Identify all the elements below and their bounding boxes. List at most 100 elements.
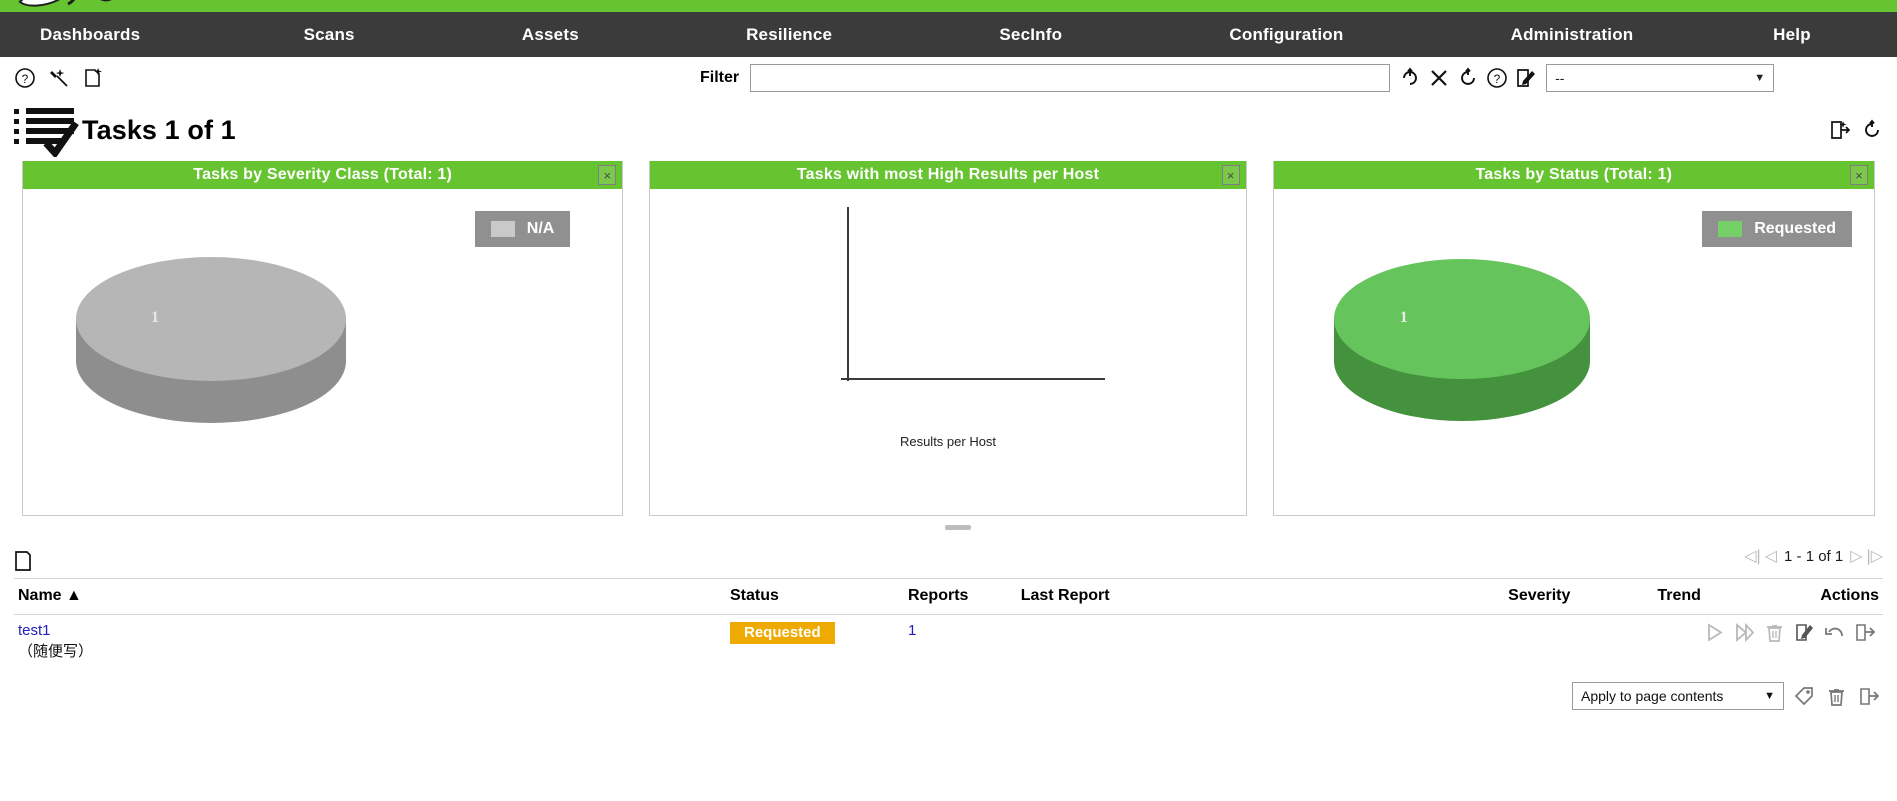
clone-task-icon[interactable] <box>1824 622 1845 643</box>
cell-trend <box>1574 615 1705 669</box>
bulk-export-icon[interactable] <box>1858 686 1879 707</box>
filter-label: Filter <box>700 69 740 86</box>
panel-resizer-row <box>0 516 1897 530</box>
column-label-name: Name <box>18 587 62 604</box>
chevron-down-icon: ▼ <box>1754 72 1766 84</box>
pie-slice-label: 1 <box>1399 309 1408 326</box>
column-header-status[interactable]: Status <box>725 578 904 615</box>
dashboard-panel-high-results-per-host: Tasks with most High Results per Host × … <box>649 161 1247 516</box>
panel-body[interactable]: Results per Host <box>650 189 1245 515</box>
filter-zone: Filter ? -- ▼ <box>700 64 1883 92</box>
panel-title: Tasks by Severity Class (Total: 1) <box>193 166 453 183</box>
help-icon[interactable]: ? <box>14 67 36 89</box>
column-header-name[interactable]: Name ▲ <box>14 578 726 615</box>
panel-title: Tasks with most High Results per Host <box>796 166 1100 183</box>
table-row: test1 （随便写） Requested 1 <box>14 615 1883 669</box>
panel-resizer[interactable] <box>656 516 1260 530</box>
panel-title: Tasks by Status (Total: 1) <box>1475 166 1673 183</box>
filter-help-icon[interactable]: ? <box>1486 67 1508 89</box>
remove-filter-icon[interactable] <box>1428 67 1450 89</box>
cell-name: test1 （随便写） <box>14 615 726 669</box>
column-header-last-report[interactable]: Last Report <box>1016 578 1433 615</box>
panel-body[interactable]: Requested 1 <box>1274 189 1874 515</box>
nav-item-assets[interactable]: Assets <box>438 25 662 45</box>
next-page-button[interactable]: ▷ <box>1850 546 1862 566</box>
sort-ascending-icon: ▲ <box>66 587 82 604</box>
heading-actions <box>1829 119 1883 141</box>
pagination-range: 1 - 1 of 1 <box>1784 547 1844 565</box>
export-icon[interactable] <box>1829 119 1851 141</box>
nav-item-configuration[interactable]: Configuration <box>1146 25 1427 45</box>
new-folder-icon[interactable] <box>14 549 40 573</box>
filter-input[interactable] <box>750 64 1391 92</box>
bulk-delete-icon[interactable] <box>1826 686 1847 707</box>
close-icon[interactable]: × <box>1850 165 1868 185</box>
start-task-icon[interactable] <box>1704 622 1725 643</box>
pie-slice-label: 1 <box>151 309 159 326</box>
dashboard-panel-severity-class: Tasks by Severity Class (Total: 1) × N/A… <box>22 161 624 516</box>
row-action-group <box>1708 622 1879 643</box>
greenbone-logo-icon <box>10 0 130 12</box>
cell-reports: 1 <box>904 615 1017 669</box>
table-footer: Apply to page contents ▼ <box>14 682 1883 710</box>
nav-item-dashboards[interactable]: Dashboards <box>40 25 220 45</box>
nav-item-scans[interactable]: Scans <box>220 25 438 45</box>
close-icon[interactable]: × <box>1221 165 1240 185</box>
tasks-table: Name ▲ Status Reports Last Report Severi… <box>14 578 1883 668</box>
new-task-icon[interactable] <box>82 67 104 89</box>
nav-item-secinfo[interactable]: SecInfo <box>916 25 1146 45</box>
page-heading: Tasks 1 of 1 <box>0 99 1897 161</box>
column-header-severity[interactable]: Severity <box>1432 578 1575 615</box>
panel-header: Tasks by Severity Class (Total: 1) × <box>23 161 623 189</box>
task-list-icon <box>6 103 80 157</box>
export-task-icon[interactable] <box>1854 622 1875 643</box>
prev-page-button[interactable]: ◁ <box>1765 546 1777 566</box>
wizard-icon[interactable] <box>48 67 70 89</box>
edit-filter-icon[interactable] <box>1515 67 1537 89</box>
task-name-link[interactable]: test1 <box>18 622 722 639</box>
task-name-comment: （随便写） <box>18 643 94 660</box>
brand-strip <box>0 0 1897 12</box>
column-header-actions: Actions <box>1704 578 1883 615</box>
panel-header: Tasks with most High Results per Host × <box>650 161 1246 189</box>
nav-item-resilience[interactable]: Resilience <box>662 25 915 45</box>
edit-task-icon[interactable] <box>1794 622 1815 643</box>
update-filter-icon[interactable] <box>1399 67 1421 89</box>
column-header-reports[interactable]: Reports <box>903 578 1017 615</box>
bulk-action-group <box>1794 686 1879 707</box>
results-per-host-bar-chart <box>841 207 1106 381</box>
reports-count-link[interactable]: 1 <box>908 622 916 639</box>
dashboard-panel-status: Tasks by Status (Total: 1) × Requested 1 <box>1272 161 1875 516</box>
nav-item-administration[interactable]: Administration <box>1427 25 1717 45</box>
pagination: ◁| ◁ 1 - 1 of 1 ▷ |▷ <box>1744 546 1883 566</box>
reset-filter-icon[interactable] <box>1457 67 1479 89</box>
resume-task-icon[interactable] <box>1734 622 1755 643</box>
filter-preset-select[interactable]: -- ▼ <box>1546 64 1775 92</box>
close-icon[interactable]: × <box>598 165 617 185</box>
tasks-table-section: ◁| ◁ 1 - 1 of 1 ▷ |▷ Name ▲ Status Repor… <box>0 544 1897 710</box>
main-navigation: Dashboards Scans Assets Resilience SecIn… <box>0 12 1897 57</box>
svg-text:?: ? <box>1494 72 1501 86</box>
cell-status: Requested <box>726 615 904 669</box>
filter-toolbar: ? Filter ? -- ▼ <box>0 57 1897 99</box>
cell-last-report <box>1017 615 1432 669</box>
delete-task-icon[interactable] <box>1764 622 1785 643</box>
table-header-row: Name ▲ Status Reports Last Report Severi… <box>14 578 1883 615</box>
column-header-trend[interactable]: Trend <box>1574 578 1705 615</box>
severity-pie-chart <box>76 257 346 423</box>
refresh-icon[interactable] <box>1861 119 1883 141</box>
bulk-tag-icon[interactable] <box>1794 686 1815 707</box>
table-toolbar: ◁| ◁ 1 - 1 of 1 ▷ |▷ <box>14 544 1883 578</box>
nav-item-help[interactable]: Help <box>1717 25 1867 45</box>
panel-header: Tasks by Status (Total: 1) × <box>1273 161 1874 189</box>
status-badge: Requested <box>729 622 835 644</box>
apply-to-page-value: Apply to page contents <box>1581 688 1724 704</box>
table-body: test1 （随便写） Requested 1 <box>14 615 1883 669</box>
dashboard-row: Tasks by Severity Class (Total: 1) × N/A… <box>0 161 1897 516</box>
toolbar-icon-group: ? <box>14 67 104 89</box>
apply-to-page-select[interactable]: Apply to page contents ▼ <box>1572 682 1784 710</box>
panel-body[interactable]: N/A 1 <box>23 189 622 515</box>
last-page-button[interactable]: |▷ <box>1867 546 1883 566</box>
filter-action-group: ? <box>1399 67 1537 89</box>
first-page-button[interactable]: ◁| <box>1744 546 1760 566</box>
